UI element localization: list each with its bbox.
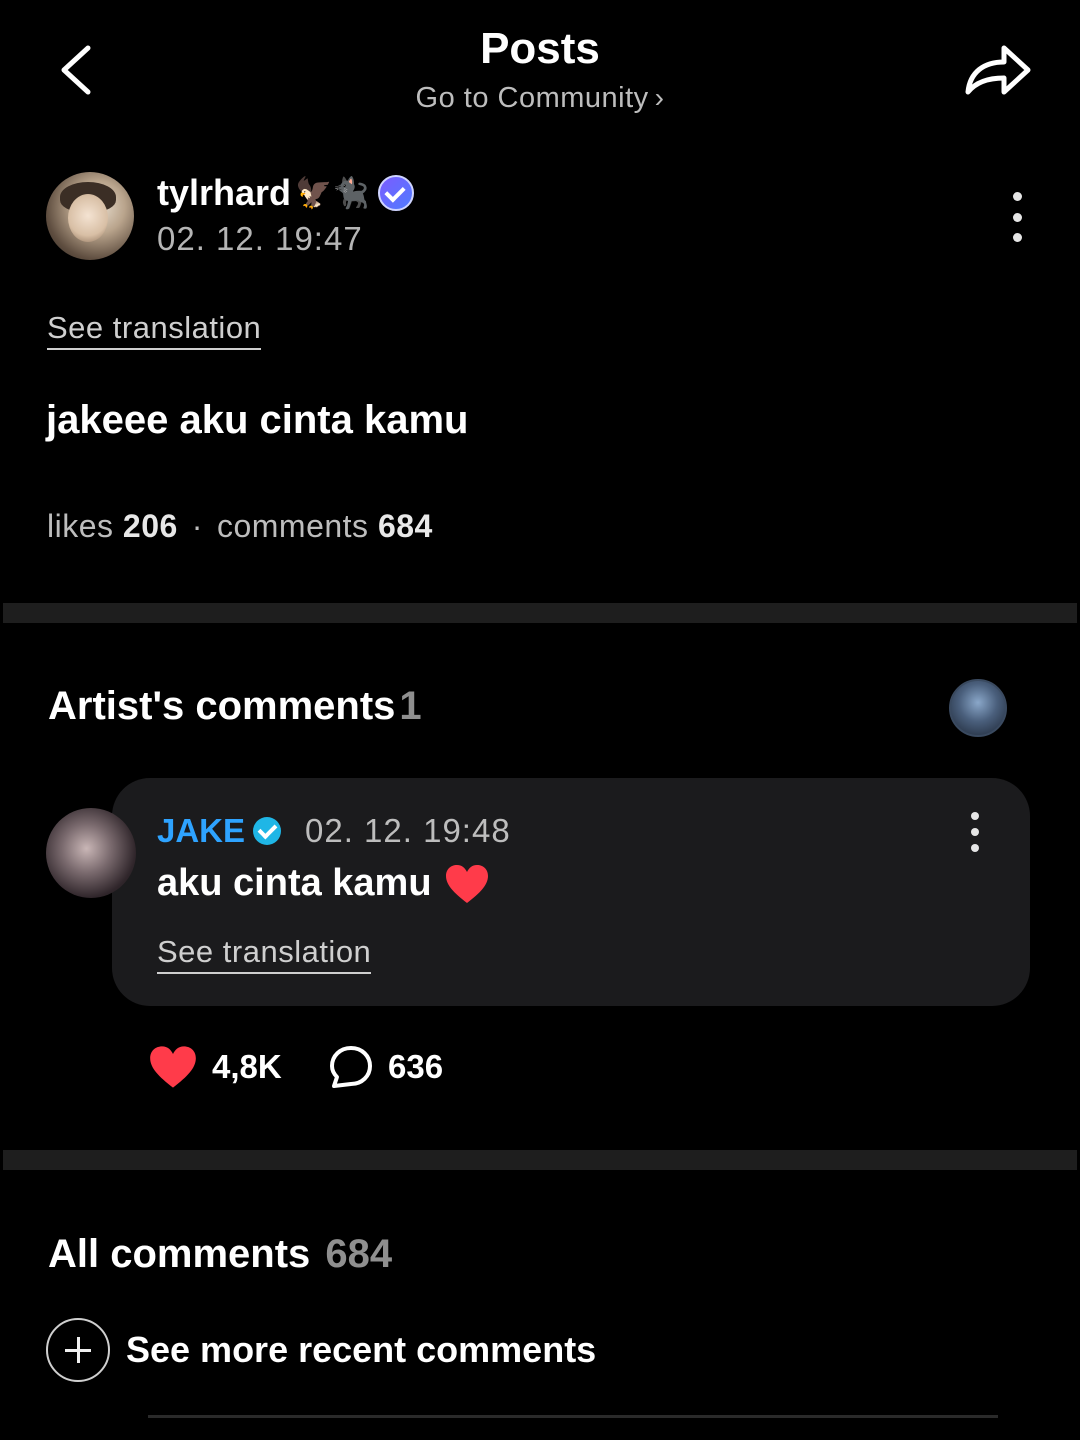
artist-name-text: JAKE <box>157 812 246 849</box>
author-name-text: tylrhard <box>157 172 292 213</box>
verified-badge-icon <box>377 175 414 211</box>
comment-more-options-button[interactable] <box>965 812 985 852</box>
artist-comment-timestamp: 02. 12. 19:48 <box>305 812 511 849</box>
section-divider <box>3 603 1077 623</box>
share-button[interactable] <box>960 36 1036 104</box>
post-see-translation-link[interactable]: See translation <box>47 310 262 350</box>
comments-label: comments <box>216 508 369 544</box>
all-comments-heading: All comments 684 <box>48 1232 392 1277</box>
red-heart-icon <box>445 864 488 903</box>
more-vertical-icon <box>971 812 979 820</box>
likes-label: likes <box>47 508 114 544</box>
more-vertical-icon <box>1012 192 1022 201</box>
likes-count: 206 <box>122 508 178 544</box>
artist-comments-title: Artist's comments <box>48 684 396 728</box>
jake-avatar[interactable] <box>46 808 136 898</box>
author-emojis: 🦅🐈‍⬛ <box>295 176 370 210</box>
reply-button[interactable]: 636 <box>328 1044 443 1090</box>
post-timestamp: 02. 12. 19:47 <box>157 220 363 257</box>
artist-comments-heading: Artist's comments 1 <box>48 684 422 729</box>
artist-comment-body: aku cinta kamu <box>157 862 432 904</box>
comments-count: 684 <box>377 508 433 544</box>
post-more-options-button[interactable] <box>1007 192 1027 242</box>
all-comments-count: 684 <box>325 1232 393 1276</box>
post-body: jakeee aku cinta kamu <box>46 398 469 442</box>
bottom-divider <box>148 1415 998 1418</box>
page-title: Posts <box>480 24 600 73</box>
section-divider <box>3 1150 1077 1170</box>
reply-count: 636 <box>388 1048 444 1085</box>
heart-icon <box>150 1046 196 1088</box>
artist-avatar-filter[interactable] <box>949 679 1007 737</box>
see-more-recent-comments-button[interactable]: See more recent comments <box>46 1318 596 1382</box>
stats-separator: · <box>191 508 203 544</box>
artist-comment-author[interactable]: JAKE <box>157 812 282 850</box>
artist-comment-text: aku cinta kamu <box>157 862 490 905</box>
comment-see-translation-link[interactable]: See translation <box>157 934 372 974</box>
like-button[interactable]: 4,8K <box>148 1044 282 1090</box>
see-more-label: See more recent comments <box>126 1329 597 1370</box>
community-link-label: Go to Community <box>415 82 649 114</box>
author-name[interactable]: tylrhard 🦅🐈‍⬛ <box>157 172 414 214</box>
artist-comments-count: 1 <box>399 684 422 728</box>
chevron-right-icon: › <box>654 82 665 113</box>
go-to-community-link[interactable]: Go to Community › <box>0 82 1080 115</box>
comment-bubble-icon <box>330 1046 372 1088</box>
author-avatar[interactable] <box>46 172 134 260</box>
like-count: 4,8K <box>212 1048 282 1085</box>
post-stats: likes 206 · comments 684 <box>47 508 433 545</box>
share-arrow-icon <box>965 45 1031 95</box>
verified-artist-icon <box>253 817 282 845</box>
all-comments-title: All comments <box>48 1232 311 1276</box>
plus-circle-icon <box>46 1318 110 1382</box>
